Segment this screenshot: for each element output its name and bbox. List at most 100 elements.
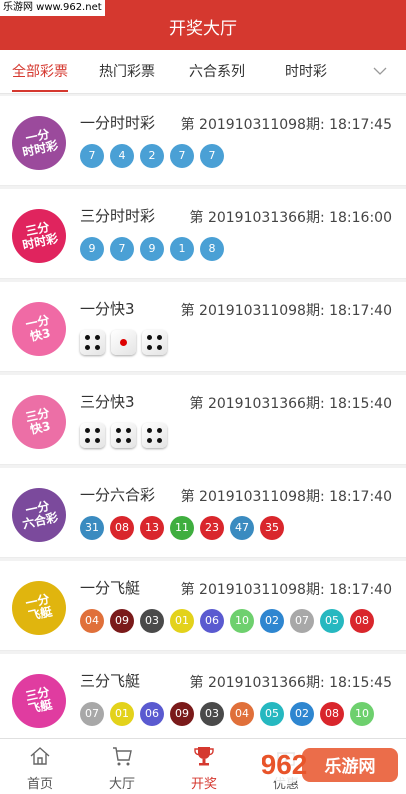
result-ball: 11 bbox=[170, 516, 194, 540]
lottery-logo: 三分 飞艇 bbox=[12, 674, 66, 728]
tab-hot-lottery[interactable]: 热门彩票 bbox=[99, 50, 155, 94]
result-ball: 35 bbox=[260, 516, 284, 540]
dice-pip bbox=[126, 438, 131, 443]
tabbar-item-hall[interactable]: 大厅 bbox=[82, 739, 162, 794]
dice-pip bbox=[85, 345, 90, 350]
result-ball: 04 bbox=[80, 609, 104, 633]
issue-and-time: 第 20191031366期: 18:16:00 bbox=[189, 210, 392, 226]
lottery-logo-text: 三分 时时彩 bbox=[21, 219, 60, 253]
result-ball: 08 bbox=[110, 516, 134, 540]
tabbar-item-home[interactable]: 首页 bbox=[0, 739, 80, 794]
result-ball: 09 bbox=[110, 609, 134, 633]
lottery-name: 三分时时彩 bbox=[80, 207, 156, 225]
tab-all-lottery[interactable]: 全部彩票 bbox=[12, 50, 68, 94]
page-title: 开奖大厅 bbox=[169, 19, 237, 39]
dice-pip bbox=[157, 345, 162, 350]
result-ball: 8 bbox=[200, 237, 224, 261]
issue-and-time: 第 20191031109​8期: 18:17:45 bbox=[180, 117, 392, 133]
lottery-logo: 一分 快3 bbox=[12, 302, 66, 356]
chevron-down-icon[interactable] bbox=[372, 63, 388, 79]
dice-pip bbox=[147, 345, 152, 350]
result-ball: 07 bbox=[80, 702, 104, 726]
result-ball: 06 bbox=[200, 609, 224, 633]
lottery-row[interactable]: 一分 快3 一分快3 第 20191031109​8期: 18:17:40 bbox=[0, 282, 406, 372]
lottery-name: 一分快3 bbox=[80, 300, 135, 318]
result-ball: 4 bbox=[110, 144, 134, 168]
result-ball: 05 bbox=[260, 702, 284, 726]
result-ball: 01 bbox=[170, 609, 194, 633]
result-ball: 2 bbox=[140, 144, 164, 168]
lottery-row[interactable]: 一分 飞艇 一分飞艇第 20191031109​8期: 18:17:40 04 09 0… bbox=[0, 561, 406, 651]
dice-pip bbox=[116, 428, 121, 433]
lottery-logo: 一分 时时彩 bbox=[12, 116, 66, 170]
result-ball: 7 bbox=[80, 144, 104, 168]
result-ball: 7 bbox=[200, 144, 224, 168]
lottery-row[interactable]: 三分 飞艇 三分飞艇第 20191031366期: 18:15:45 07 01 06 0… bbox=[0, 654, 406, 744]
result-ball: 10 bbox=[350, 702, 374, 726]
dice-pip bbox=[157, 335, 162, 340]
tabbar-label: 首页 bbox=[26, 777, 53, 792]
dice-pip bbox=[116, 438, 121, 443]
dice-4 bbox=[142, 423, 167, 448]
dice-pip bbox=[85, 335, 90, 340]
dice-pip bbox=[95, 438, 100, 443]
result-ball: 1 bbox=[170, 237, 194, 261]
result-ball: 23 bbox=[200, 516, 224, 540]
lottery-name: 一分时时彩 bbox=[80, 114, 156, 132]
dice-pip bbox=[95, 345, 100, 350]
dice-4 bbox=[142, 330, 167, 355]
result-ball: 10 bbox=[230, 609, 254, 633]
dice-pip bbox=[157, 428, 162, 433]
lottery-row[interactable]: 三分 快3 三分快3 第 20191031366期: 18:15:40 bbox=[0, 375, 406, 465]
dice-pip bbox=[95, 335, 100, 340]
result-ball: 04 bbox=[230, 702, 254, 726]
dice-4 bbox=[111, 423, 136, 448]
cart-icon bbox=[113, 747, 132, 766]
tab-liuhe-series[interactable]: 六合系列 bbox=[189, 50, 245, 94]
result-ball: 08 bbox=[320, 702, 344, 726]
site-logo: 962 乐游网 bbox=[262, 744, 398, 784]
dice-pip bbox=[147, 438, 152, 443]
tabbar-label: 开奖 bbox=[190, 777, 217, 792]
result-ball: 9 bbox=[80, 237, 104, 261]
lottery-logo: 三分 快3 bbox=[12, 395, 66, 449]
lottery-name: 一分飞艇 bbox=[80, 579, 141, 597]
lottery-row[interactable]: 一分 时时彩 一分时时彩第 20191031109​8期: 18:17:45 7 4 2… bbox=[0, 96, 406, 186]
result-ball: 7 bbox=[170, 144, 194, 168]
result-ball: 9 bbox=[140, 237, 164, 261]
brand-logo-main: 962 bbox=[262, 749, 307, 780]
dice-pip bbox=[157, 438, 162, 443]
result-ball: 09 bbox=[170, 702, 194, 726]
dice-pip bbox=[85, 438, 90, 443]
lottery-logo: 一分 飞艇 bbox=[12, 581, 66, 635]
brand-logo-sub: 乐游网 bbox=[325, 756, 376, 777]
lottery-row[interactable]: 三分 时时彩 三分时时彩第 20191031366期: 18:16:00 9 7 9 1 8 bbox=[0, 189, 406, 279]
result-ball: 31 bbox=[80, 516, 104, 540]
issue-and-time: 第 20191031366期: 18:15:45 bbox=[189, 675, 392, 691]
dice-pip bbox=[120, 339, 127, 346]
issue-and-time: 第 20191031109​8期: 18:17:40 bbox=[180, 582, 392, 598]
result-ball: 47 bbox=[230, 516, 254, 540]
lottery-logo-text: 一分 飞艇 bbox=[24, 591, 54, 624]
dice-pip bbox=[147, 335, 152, 340]
dice-pip bbox=[147, 428, 152, 433]
tabbar-item-draw[interactable]: 开奖 bbox=[164, 739, 244, 794]
issue-and-time: 第 20191031109​8期: 18:17:40 bbox=[180, 303, 392, 319]
dice-pip bbox=[85, 428, 90, 433]
issue-and-time: 第 20191031109​8期: 18:17:40 bbox=[180, 489, 392, 505]
result-ball: 07 bbox=[290, 609, 314, 633]
issue-and-time: 第 20191031366期: 18:15:40 bbox=[189, 396, 392, 412]
result-ball: 03 bbox=[200, 702, 224, 726]
result-ball: 06 bbox=[140, 702, 164, 726]
result-ball: 08 bbox=[350, 609, 374, 633]
dice-4 bbox=[80, 423, 105, 448]
lottery-row[interactable]: 一分 六合彩 一分六合彩 第 20191031109​8期: 18:17:40 31 0… bbox=[0, 468, 406, 558]
tab-ssc[interactable]: 时时彩 bbox=[285, 50, 327, 94]
result-ball: 13 bbox=[140, 516, 164, 540]
result-ball: 05 bbox=[320, 609, 344, 633]
app-header: 乐游网 www.962.net 开奖大厅 bbox=[0, 0, 406, 50]
result-ball: 01 bbox=[110, 702, 134, 726]
trophy-icon bbox=[194, 747, 214, 766]
category-tabs: 全部彩票 热门彩票 六合系列 时时彩 bbox=[0, 50, 406, 94]
result-ball: 03 bbox=[140, 609, 164, 633]
